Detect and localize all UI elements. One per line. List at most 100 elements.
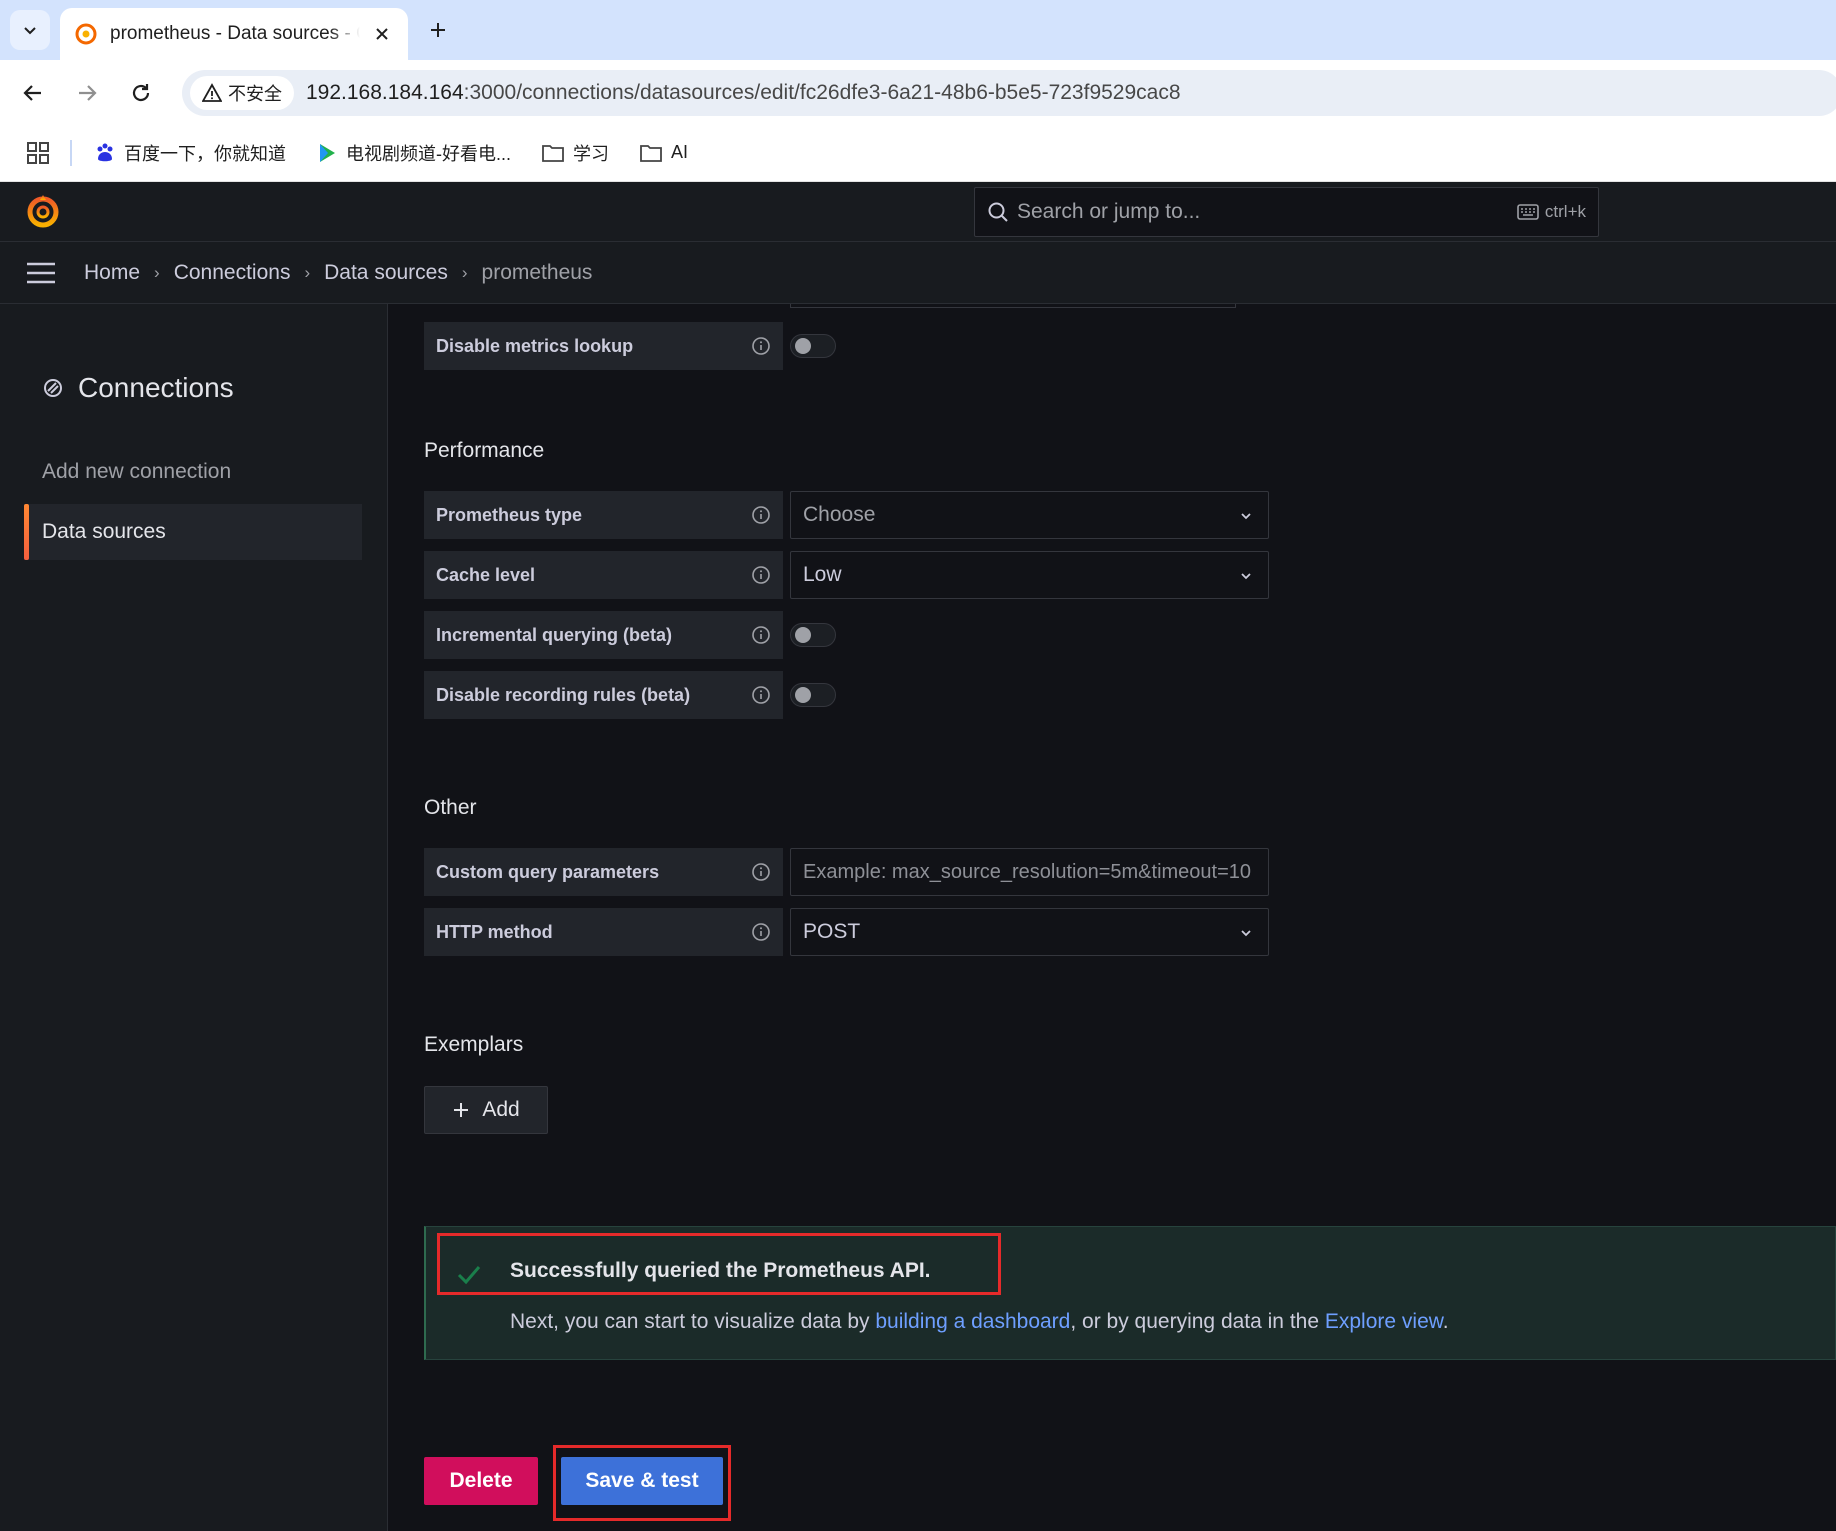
bookmarks-separator — [70, 139, 72, 166]
field-label-text: Disable recording rules (beta) — [436, 684, 691, 705]
section-title-other: Other — [424, 796, 477, 819]
bookmark-folder-study[interactable]: 学习 — [541, 140, 609, 166]
breadcrumb: Home › Connections › Data sources › prom… — [84, 242, 592, 304]
close-icon[interactable] — [370, 22, 394, 46]
search-placeholder: Search or jump to... — [1017, 200, 1201, 223]
sidebar-item-add-new-connection[interactable]: Add new connection — [42, 460, 231, 484]
field-cache-level: Cache level Low — [424, 551, 1544, 599]
breadcrumb-current: prometheus — [481, 261, 593, 284]
breadcrumb-data-sources[interactable]: Data sources — [324, 261, 448, 285]
field-label: Cache level — [424, 551, 783, 599]
field-disable-recording-rules: Disable recording rules (beta) — [424, 671, 1544, 719]
alert-body: Next, you can start to visualize data by… — [510, 1310, 1449, 1334]
field-prometheus-type: Prometheus type Choose — [424, 491, 1544, 539]
success-alert: Successfully queried the Prometheus API.… — [424, 1226, 1836, 1360]
security-indicator[interactable]: 不安全 — [190, 76, 294, 110]
warning-icon — [202, 83, 222, 102]
forward-button[interactable] — [68, 74, 106, 112]
reload-icon — [132, 84, 150, 102]
url-host: 192.168.184.164 — [306, 81, 464, 104]
info-icon[interactable] — [751, 505, 771, 525]
arrow-left-icon — [23, 85, 41, 101]
cache-level-select[interactable]: Low — [790, 551, 1269, 599]
field-disable-metrics-lookup: Disable metrics lookup — [424, 322, 1544, 370]
info-icon[interactable] — [751, 922, 771, 942]
check-icon — [457, 1266, 481, 1285]
info-icon[interactable] — [751, 625, 771, 645]
video-icon — [320, 143, 335, 162]
explore-view-link[interactable]: Explore view — [1325, 1310, 1443, 1333]
address-bar[interactable]: 不安全 192.168.184.164:3000/connections/dat… — [182, 70, 1836, 116]
field-label-text: Custom query parameters — [436, 861, 660, 882]
datasource-settings-form: Disable metrics lookup Performance Prome… — [388, 304, 1836, 1531]
building-dashboard-link[interactable]: building a dashboard — [875, 1310, 1070, 1333]
chevron-down-icon — [24, 27, 36, 35]
grafana-logo-icon[interactable] — [24, 192, 62, 230]
field-label: Incremental querying (beta) — [424, 611, 783, 659]
browser-tabstrip: prometheus - Data sources - Grafana — [0, 0, 1836, 60]
folder-icon — [542, 144, 564, 162]
bookmark-folder-ai[interactable]: AI — [639, 142, 688, 163]
alert-body-suffix: . — [1442, 1310, 1449, 1333]
breadcrumb-connections[interactable]: Connections — [174, 261, 291, 285]
info-icon[interactable] — [751, 685, 771, 705]
field-label-text: Cache level — [436, 564, 536, 585]
field-label: HTTP method — [424, 908, 783, 956]
field-label-text: Disable metrics lookup — [436, 335, 634, 356]
http-method-select[interactable]: POST — [790, 908, 1269, 956]
bookmark-label: 电视剧频道-好看电... — [346, 143, 511, 164]
field-label: Prometheus type — [424, 491, 783, 539]
bookmarks-bar: 百度一下，你就知道 电视剧频道-好看电... 学习 AI — [0, 124, 1836, 182]
custom-query-parameters-input[interactable] — [790, 848, 1269, 896]
info-icon[interactable] — [751, 565, 771, 585]
url-text: 192.168.184.164:3000/connections/datasou… — [306, 81, 1181, 105]
tab-search-button[interactable] — [10, 10, 50, 50]
info-icon[interactable] — [751, 862, 771, 882]
arrow-right-icon — [79, 85, 97, 101]
field-label-text: Prometheus type — [436, 504, 583, 525]
bookmark-baidu[interactable]: 百度一下，你就知道 — [94, 140, 286, 166]
field-custom-query-parameters: Custom query parameters — [424, 848, 1544, 896]
bookmark-label: 百度一下，你就知道 — [124, 143, 286, 164]
back-button[interactable] — [14, 74, 52, 112]
toggle-knob — [795, 687, 811, 703]
sidebar-item-data-sources[interactable]: Data sources — [24, 504, 362, 560]
chevron-down-icon — [1241, 513, 1251, 520]
hamburger-menu-icon[interactable] — [24, 258, 58, 288]
add-exemplar-button[interactable]: Add — [424, 1086, 548, 1134]
save-and-test-button[interactable]: Save & test — [561, 1457, 723, 1505]
browser-tab-active[interactable]: prometheus - Data sources - Grafana — [60, 8, 408, 60]
browser-toolbar: 不安全 192.168.184.164:3000/connections/dat… — [0, 60, 1836, 124]
disable-recording-rules-toggle[interactable] — [790, 683, 836, 707]
sidebar-title: Connections — [42, 372, 234, 404]
chevron-right-icon: › — [154, 263, 160, 282]
shortcut-label: ctrl+k — [1544, 202, 1586, 221]
breadcrumb-home[interactable]: Home — [84, 261, 140, 285]
new-tab-button[interactable] — [420, 12, 456, 48]
alert-body-prefix: Next, you can start to visualize data by — [510, 1310, 876, 1333]
delete-button[interactable]: Delete — [424, 1457, 538, 1505]
select-value: Low — [803, 563, 842, 586]
plus-icon — [454, 1103, 469, 1117]
plus-icon — [431, 23, 445, 37]
url-path: :3000/connections/datasources/edit/fc26d… — [463, 81, 1181, 104]
security-label: 不安全 — [228, 84, 282, 104]
connections-icon — [44, 379, 62, 397]
prometheus-type-select[interactable]: Choose — [790, 491, 1269, 539]
disable-metrics-lookup-toggle[interactable] — [790, 334, 836, 358]
bookmark-video[interactable]: 电视剧频道-好看电... — [316, 140, 511, 166]
reload-button[interactable] — [122, 74, 160, 112]
chevron-right-icon: › — [461, 263, 468, 282]
info-icon[interactable] — [751, 336, 771, 356]
breadcrumb-bar: Home › Connections › Data sources › prom… — [0, 242, 1836, 304]
chevron-down-icon — [1241, 573, 1251, 580]
apps-grid-icon[interactable] — [26, 141, 50, 165]
incremental-querying-toggle[interactable] — [790, 623, 836, 647]
chevron-down-icon — [1241, 930, 1251, 937]
search-icon — [988, 202, 1008, 222]
keyboard-icon — [1517, 204, 1539, 220]
field-label-text: HTTP method — [436, 921, 553, 942]
field-http-method: HTTP method POST — [424, 908, 1544, 956]
section-title-performance: Performance — [424, 439, 545, 462]
search-input[interactable]: Search or jump to... ctrl+k — [974, 187, 1599, 237]
